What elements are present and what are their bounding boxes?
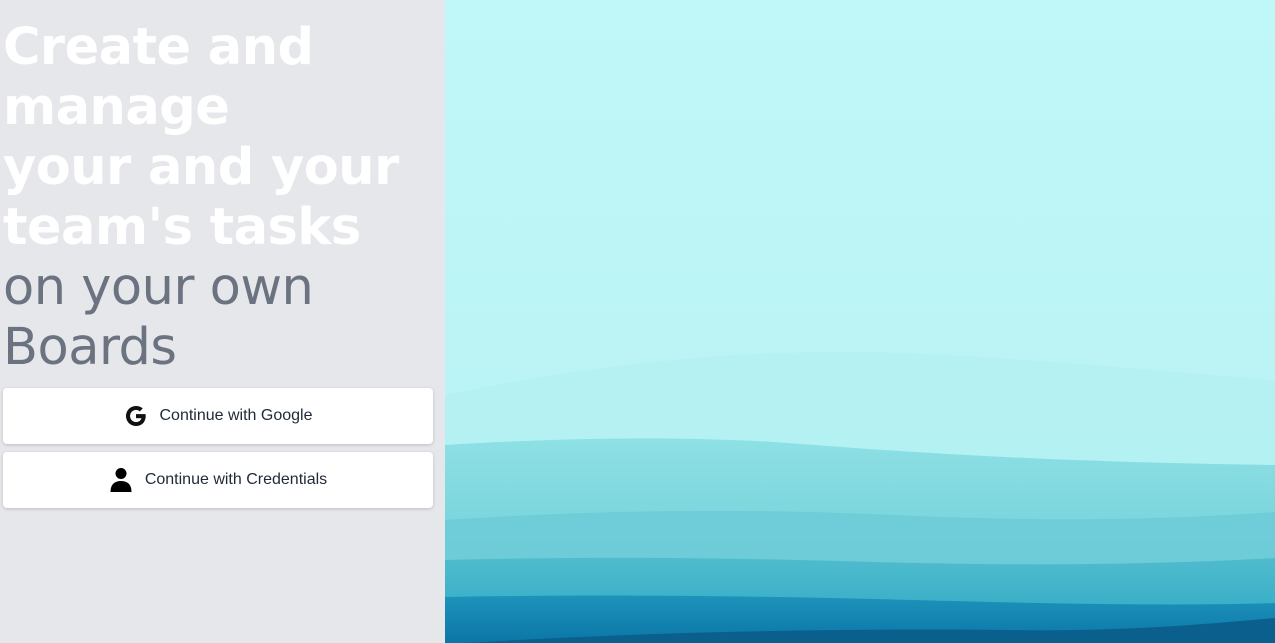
subline-line: on your own	[3, 258, 314, 317]
hero-image	[445, 0, 1275, 643]
continue-with-credentials-button[interactable]: Continue with Credentials	[3, 452, 433, 508]
login-page: Create and manage your and your team's t…	[0, 0, 1275, 643]
hero-headline: Create and manage your and your team's t…	[3, 18, 445, 258]
subline-line: Boards	[3, 318, 177, 377]
left-panel: Create and manage your and your team's t…	[0, 0, 445, 643]
google-g-icon	[124, 403, 148, 429]
headline-line: team's tasks	[3, 198, 361, 257]
hero-subline: on your own Boards	[3, 258, 445, 378]
google-button-label: Continue with Google	[159, 407, 313, 424]
headline-line: manage	[3, 78, 230, 137]
credentials-button-label: Continue with Credentials	[144, 471, 328, 488]
ocean-waves-illustration	[445, 0, 1275, 643]
user-silhouette-icon	[109, 467, 133, 493]
headline-line: your and your	[3, 138, 399, 197]
continue-with-google-button[interactable]: Continue with Google	[3, 388, 433, 444]
auth-buttons: Continue with Google Continue with Crede…	[3, 388, 433, 508]
headline-line: Create and	[3, 18, 314, 77]
